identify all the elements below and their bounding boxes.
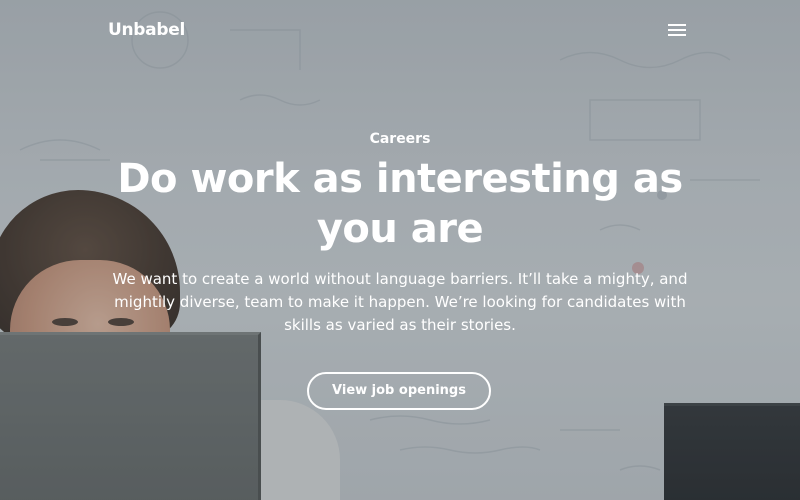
navbar: Unbabel (0, 0, 800, 60)
hero-section: Unbabel Careers Do work as interesting a… (0, 0, 800, 500)
page-title: Do work as interesting as you are (117, 156, 683, 252)
hero-content: Careers Do work as interesting as you ar… (0, 128, 800, 337)
hamburger-menu-icon[interactable] (664, 20, 690, 40)
brand-logo[interactable]: Unbabel (108, 20, 185, 40)
view-job-openings-button[interactable]: View job openings (307, 372, 491, 410)
eyebrow-label: Careers (369, 131, 431, 147)
hero-description: We want to create a world without langua… (112, 270, 688, 334)
